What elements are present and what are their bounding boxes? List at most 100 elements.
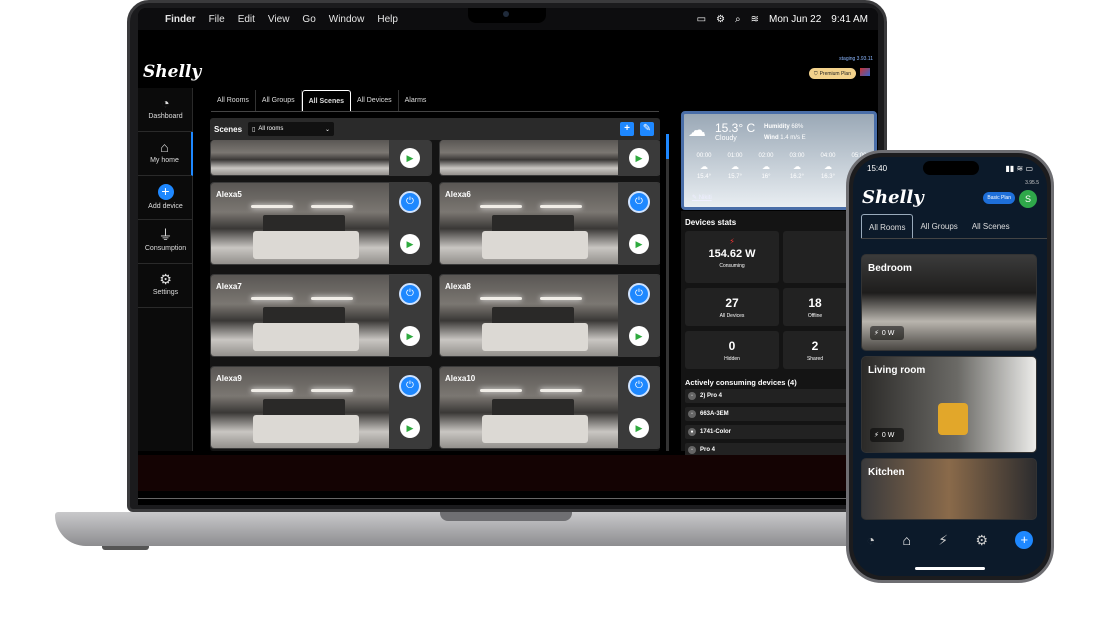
power-icon[interactable]: ⏻ [628,191,650,213]
tab-all-rooms[interactable]: All Rooms [211,90,256,111]
power-icon[interactable]: ⏻ [399,375,421,397]
power-icon[interactable]: ⏻ [628,375,650,397]
gauge-icon[interactable]: ◔ [867,532,875,548]
weather-hour: 00:00 ☁ 15.4° [690,153,718,180]
bolt-icon: ⚡ [874,432,879,439]
weather-location-link[interactable]: ✎ Nikiti [692,194,712,201]
play-icon[interactable]: ▶ [629,148,649,168]
room-name: Living room [868,365,926,376]
scene-card[interactable]: Alexa10 ⏻ ▶ [439,366,660,449]
menu-go[interactable]: Go [302,14,315,25]
home-icon: ⌂ [160,139,169,155]
scenes-title: Scenes [214,124,243,134]
play-icon[interactable]: ▶ [400,418,420,438]
tab-all-devices[interactable]: All Devices [351,90,399,111]
scene-card[interactable]: ▶ [439,140,660,176]
room-power: ⚡ 0 W [870,428,904,442]
power-icon[interactable]: ⏻ [399,191,421,213]
scene-card[interactable]: Alexa5 ⏻ ▶ [210,182,432,265]
room-card-living-room[interactable]: Living room ⚡ 0 W [861,356,1037,453]
hour-time: 01:00 [727,153,743,159]
consumption-value: 154.62 W [708,248,756,260]
gear-icon[interactable]: ⚙ [975,532,988,549]
sidebar-item-my-home[interactable]: ⌂ My home [138,132,193,176]
play-icon[interactable]: ▶ [629,234,649,254]
cloud-icon: ☁ [762,162,770,171]
scene-card[interactable]: Alexa6 ⏻ ▶ [439,182,660,265]
play-icon[interactable]: ▶ [629,418,649,438]
device-icon: ▫ [688,410,696,418]
scene-card[interactable]: ▶ [210,140,432,176]
weather-wind: Wind 1.4 m/s E [764,135,806,141]
menu-finder[interactable]: Finder [165,14,196,25]
menu-help[interactable]: Help [377,14,398,25]
play-icon[interactable]: ▶ [629,326,649,346]
wifi-icon[interactable]: ≋ [751,14,759,25]
scene-card[interactable]: Alexa9 ⏻ ▶ [210,366,432,449]
scenes-scrollbar[interactable] [666,134,669,451]
plug-icon: ⏚ [158,227,173,243]
camera-icon [503,11,509,17]
tab-all-rooms[interactable]: All Rooms [861,214,914,238]
menu-window[interactable]: Window [329,14,365,25]
room-name: Kitchen [868,467,905,478]
scene-card[interactable]: Alexa7 ⏻ ▶ [210,274,432,357]
play-icon[interactable]: ▶ [400,326,420,346]
power-icon[interactable]: ⏻ [399,283,421,305]
scene-card[interactable]: Alexa8 ⏻ ▶ [439,274,660,357]
plus-icon: + [157,184,174,200]
room-power: ⚡ 0 W [870,326,904,340]
tab-all-groups[interactable]: All Groups [256,90,302,111]
gauge-icon: ◔ [161,95,170,111]
bolt-icon[interactable]: ⚡ [938,532,948,549]
home-icon[interactable]: ⌂ [902,532,910,548]
menu-edit[interactable]: Edit [238,14,255,25]
phone-tabs: All Rooms All Groups All Scenes [861,214,1047,239]
cloud-icon: ☁ [824,162,832,171]
play-icon[interactable]: ▶ [400,234,420,254]
scenes-panel: Scenes ▯ All rooms ⌄ + ✎ ▶ ▶ Alexa5 ⏻ ▶ Alexa… [210,118,660,451]
hour-temp: 16° [761,174,771,180]
consumption-card[interactable]: ⚡ 154.62 W Consuming [685,231,779,283]
menu-date[interactable]: Mon Jun 22 [769,14,821,25]
menu-file[interactable]: File [209,14,225,25]
add-device-button[interactable]: + [1015,531,1034,549]
add-scene-button[interactable]: + [620,122,634,136]
control-center-icon[interactable]: ⚙ [716,14,725,25]
sidebar-item-add-device[interactable]: + Add device [138,176,193,220]
tab-all-scenes[interactable]: All Scenes [301,90,352,111]
play-icon[interactable]: ▶ [400,148,420,168]
consumption-label: Consuming [719,263,745,269]
tab-alarms[interactable]: Alarms [399,90,433,111]
edit-scenes-button[interactable]: ✎ [640,122,654,136]
shield-icon: ⛉ [813,70,818,77]
menu-time[interactable]: 9:41 AM [831,14,868,25]
phone-screen: 15:40 ▮▮ ≋ ▭ Shelly 3.95.5 Basic Plan S … [853,157,1047,576]
plan-badge[interactable]: Basic Plan [983,192,1015,204]
device-name: Pro 4 [700,447,716,453]
room-filter-select[interactable]: ▯ All rooms ⌄ [248,122,335,136]
hour-temp: 15.7° [727,174,743,180]
battery-icon[interactable]: ▭ [697,14,706,25]
cloud-icon: ☁ [700,162,708,171]
avatar[interactable]: S [1019,190,1037,208]
tab-all-groups[interactable]: All Groups [913,214,964,238]
room-card-bedroom[interactable]: Bedroom ⚡ 0 W [861,254,1037,351]
tab-all-scenes[interactable]: All Scenes [965,214,1017,238]
menu-view[interactable]: View [268,14,290,25]
weather-hour: 02:00 ☁ 16° [752,153,780,180]
sidebar: ◔ Dashboard ⌂ My home + Add device ⏚ Consump… [138,88,193,451]
room-card-kitchen[interactable]: Kitchen [861,458,1037,520]
sidebar-item-settings[interactable]: ⚙ Settings [138,264,193,308]
flag-icon[interactable] [860,68,870,76]
weather-condition: Cloudy [715,135,737,142]
hour-time: 00:00 [696,153,712,159]
weather-hour: 03:00 ☁ 16.2° [783,153,811,180]
scrollbar-thumb[interactable] [666,134,669,159]
plan-badge[interactable]: ⛉ Premium Plan [808,68,856,79]
sidebar-item-dashboard[interactable]: ◔ Dashboard [138,88,193,132]
sidebar-item-consumption[interactable]: ⏚ Consumption [138,220,193,264]
power-icon[interactable]: ⏻ [628,283,650,305]
search-icon[interactable]: ⌕ [735,14,741,25]
scene-actions: ⏻ ▶ [618,367,660,448]
